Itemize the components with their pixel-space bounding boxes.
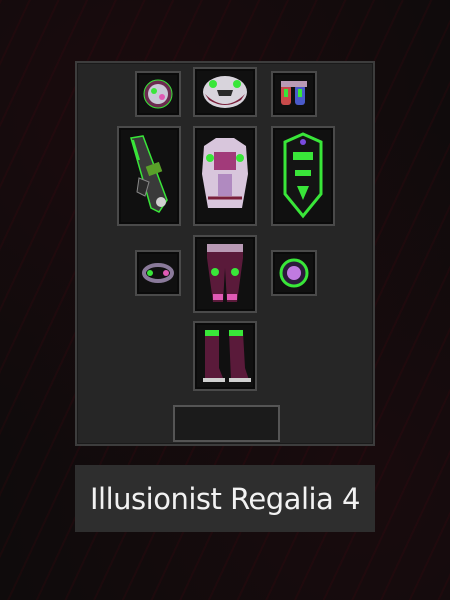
- set-name-bar: Illusionist Regalia 4: [75, 465, 375, 532]
- slot-amulet[interactable]: [135, 71, 181, 117]
- slot-gloves[interactable]: [271, 71, 317, 117]
- slot-shield[interactable]: [271, 126, 335, 226]
- set-name: Illusionist Regalia 4: [89, 481, 361, 516]
- slot-weapon[interactable]: [117, 126, 181, 226]
- pants-icon: [207, 244, 243, 302]
- boots-icon: [203, 330, 251, 382]
- gloves-icon: [281, 81, 307, 105]
- empty-slot[interactable]: [173, 405, 280, 442]
- orb-ring-icon: [279, 258, 309, 288]
- equipment-panel: [75, 61, 375, 446]
- slot-helmet[interactable]: [193, 67, 257, 117]
- gun-weapon-icon: [130, 135, 168, 213]
- slot-ring-right[interactable]: [271, 250, 317, 296]
- shield-icon: [283, 132, 323, 219]
- slot-ring-left[interactable]: [135, 250, 181, 296]
- slot-pants[interactable]: [193, 235, 257, 313]
- slot-chest[interactable]: [193, 126, 257, 226]
- helmet-icon: [203, 76, 247, 108]
- chest-armor-icon: [202, 138, 248, 208]
- ring-icon: [142, 263, 174, 283]
- slot-boots[interactable]: [193, 321, 257, 391]
- amulet-icon: [143, 79, 173, 109]
